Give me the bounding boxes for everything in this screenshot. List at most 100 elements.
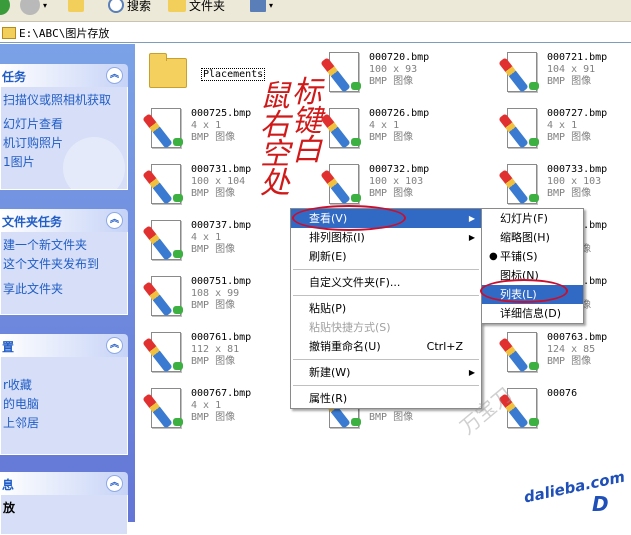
file-dimensions: 112 x 81	[191, 344, 240, 355]
file-name: 000761.bmp	[191, 332, 252, 343]
file-details: 000733.bmp 100 x 103 BMP 图像	[547, 164, 607, 200]
file-details: 000737.bmp 4 x 1 BMP 图像	[191, 220, 251, 256]
menu-separator	[293, 359, 479, 360]
place-link-favorites[interactable]: r收藏	[3, 376, 125, 395]
annotation-col-2: 标键白	[292, 75, 322, 168]
search-icon	[108, 0, 124, 13]
forward-dropdown-icon[interactable]: ▾	[43, 1, 47, 10]
menu-item-new[interactable]: 新建(W) ▶	[291, 363, 481, 382]
address-path[interactable]: E:\ABC\图片存放	[19, 25, 109, 41]
details-folder-name: 放	[3, 501, 16, 515]
submenu-arrow-icon: ▶	[468, 214, 475, 223]
file-item[interactable]: 000727.bmp 4 x 1 BMP 图像	[497, 102, 631, 158]
collapse-chevron-icon[interactable]: ︽	[106, 337, 123, 354]
collapse-chevron-icon[interactable]: ︽	[106, 67, 123, 84]
file-name: 000720.bmp	[369, 52, 430, 63]
view-option-filmstrip[interactable]: 幻灯片(F)	[482, 209, 583, 228]
file-type: BMP 图像	[547, 356, 592, 367]
menu-separator	[293, 269, 479, 270]
menu-item-undo-rename[interactable]: 撤销重命名(U) Ctrl+Z	[291, 337, 481, 356]
watermark-logo: D	[592, 492, 609, 516]
file-type: BMP 图像	[369, 412, 414, 423]
menu-item-paste-shortcut-label: 粘贴快捷方式(S)	[309, 321, 391, 334]
view-option-thumbnails[interactable]: 缩略图(H)	[482, 228, 583, 247]
views-button[interactable]: ▾	[250, 0, 273, 16]
file-details: 000721.bmp 104 x 91 BMP 图像	[547, 52, 607, 88]
file-dimensions: 100 x 103	[547, 176, 602, 187]
file-type: BMP 图像	[369, 188, 414, 199]
file-item[interactable]: 000720.bmp 100 x 93 BMP 图像	[319, 46, 499, 102]
view-option-thumbnails-label: 缩略图(H)	[500, 231, 550, 244]
details-panel: 息 ︽ 放	[0, 472, 128, 535]
view-option-details[interactable]: 详细信息(D)	[482, 304, 583, 323]
folders-button[interactable]: 文件夹	[168, 0, 225, 16]
file-details: 000767.bmp 4 x 1 BMP 图像	[191, 388, 251, 424]
task-link-publish-folder[interactable]: 这个文件夹发布到	[3, 255, 125, 274]
menu-item-new-label: 新建(W)	[309, 366, 351, 379]
search-button[interactable]: 搜索	[108, 0, 151, 16]
file-type: BMP 图像	[547, 76, 592, 87]
file-item[interactable]: 00076	[497, 382, 631, 438]
address-bar[interactable]: E:\ABC\图片存放	[0, 23, 631, 43]
task-link-new-folder[interactable]: 建一个新文件夹	[3, 236, 125, 255]
file-name: 000726.bmp	[369, 108, 430, 119]
file-item[interactable]: 000721.bmp 104 x 91 BMP 图像	[497, 46, 631, 102]
menu-item-refresh[interactable]: 刷新(E)	[291, 247, 481, 266]
picture-tasks-panel: 任务 ︽ 扫描仪或照相机获取 幻灯片查看 机订购照片 1图片	[0, 64, 128, 190]
submenu-arrow-icon: ▶	[468, 233, 475, 242]
task-link-scan[interactable]: 扫描仪或照相机获取	[3, 91, 125, 110]
file-name: 000725.bmp	[191, 108, 252, 119]
forward-button[interactable]: ▾	[20, 0, 47, 16]
menu-item-undo-shortcut: Ctrl+Z	[426, 340, 463, 353]
file-dimensions: 4 x 1	[369, 120, 400, 131]
file-type: BMP 图像	[191, 244, 236, 255]
file-name: 00076	[547, 388, 578, 399]
file-type: BMP 图像	[191, 412, 236, 423]
file-type: BMP 图像	[191, 356, 236, 367]
annotation-col-1: 鼠右空处	[260, 79, 290, 201]
file-item[interactable]: 000726.bmp 4 x 1 BMP 图像	[319, 102, 499, 158]
file-dimensions: 100 x 93	[369, 64, 418, 75]
bitmap-file-icon	[320, 108, 365, 152]
place-link-spacer	[3, 361, 125, 376]
file-details: 000731.bmp 100 x 104 BMP 图像	[191, 164, 251, 200]
highlight-oval-view	[292, 205, 406, 231]
menu-item-properties[interactable]: 属性(R)	[291, 389, 481, 408]
back-button[interactable]	[0, 0, 10, 16]
other-places-header[interactable]: 置 ︽	[0, 334, 128, 357]
file-dimensions: 4 x 1	[547, 120, 578, 131]
folder-tasks-header[interactable]: 文件夹任务 ︽	[0, 209, 128, 232]
file-name: 000721.bmp	[547, 52, 608, 63]
file-item[interactable]: 000733.bmp 100 x 103 BMP 图像	[497, 158, 631, 214]
view-option-tiles[interactable]: ● 平铺(S)	[482, 247, 583, 266]
menu-item-paste[interactable]: 粘贴(P)	[291, 299, 481, 318]
menu-separator	[293, 385, 479, 386]
views-dropdown-icon[interactable]: ▾	[269, 1, 273, 10]
bitmap-file-icon	[142, 332, 187, 376]
menu-item-arrange[interactable]: 排列图标(I) ▶	[291, 228, 481, 247]
file-details: 000763.bmp 124 x 85 BMP 图像	[547, 332, 607, 368]
task-link-share-folder[interactable]: 享此文件夹	[3, 280, 125, 299]
file-item[interactable]: 000763.bmp 124 x 85 BMP 图像	[497, 326, 631, 382]
menu-item-customize[interactable]: 自定义文件夹(F)...	[291, 273, 481, 292]
place-link-network[interactable]: 上邻居	[3, 414, 125, 433]
file-dimensions: 108 x 99	[191, 288, 240, 299]
menu-item-undo-rename-label: 撤销重命名(U)	[309, 340, 381, 353]
view-option-details-label: 详细信息(D)	[500, 307, 562, 320]
menu-item-properties-label: 属性(R)	[309, 392, 348, 405]
up-folder-button[interactable]	[68, 0, 84, 16]
task-link-slideshow[interactable]: 幻灯片查看	[3, 115, 125, 134]
file-dimensions: 4 x 1	[191, 120, 222, 131]
folder-icon	[2, 26, 16, 39]
file-details: 000732.bmp 100 x 103 BMP 图像	[369, 164, 429, 200]
picture-tasks-header[interactable]: 任务 ︽	[0, 64, 128, 87]
bitmap-file-icon	[142, 220, 187, 264]
collapse-chevron-icon[interactable]: ︽	[106, 475, 123, 492]
back-arrow-icon	[0, 0, 10, 15]
folder-tasks-panel: 文件夹任务 ︽ 建一个新文件夹 这个文件夹发布到 享此文件夹	[0, 209, 128, 315]
details-header[interactable]: 息 ︽	[0, 472, 128, 495]
folders-icon	[168, 0, 186, 12]
collapse-chevron-icon[interactable]: ︽	[106, 212, 123, 229]
bitmap-file-icon	[498, 52, 543, 96]
place-link-my-computer[interactable]: 的电脑	[3, 395, 125, 414]
